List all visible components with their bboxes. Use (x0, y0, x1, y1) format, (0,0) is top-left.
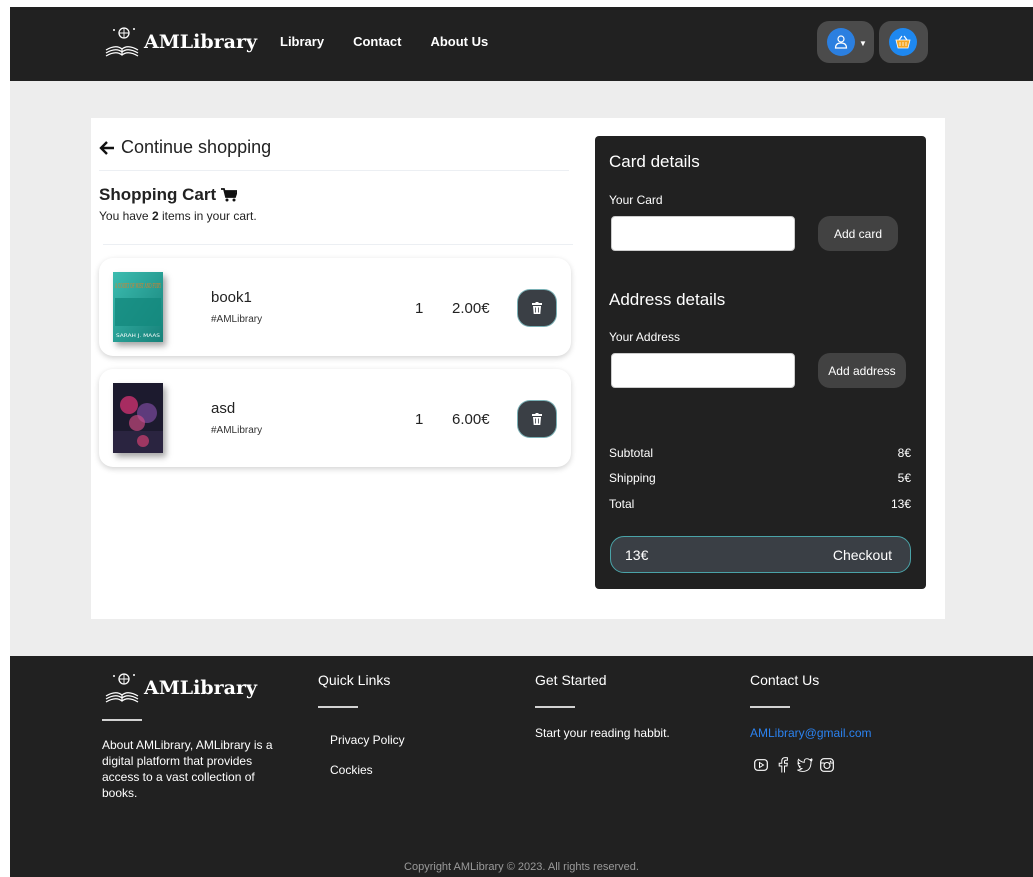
get-started-text: Start your reading habbit. (535, 726, 670, 740)
brand-name: AMLibrary (144, 31, 258, 53)
book-globe-icon (105, 27, 139, 57)
subtotal-label: Subtotal (609, 446, 654, 460)
item-title: asd (211, 400, 236, 417)
subtotal-value: 8€ (897, 446, 911, 460)
get-started-title: Get Started (535, 672, 607, 688)
card-input[interactable] (611, 216, 795, 251)
cart-title-text: Shopping Cart (99, 185, 217, 204)
nav-contact[interactable]: Contact (353, 34, 401, 49)
footer-divider (102, 719, 142, 721)
arrow-left-icon (99, 140, 114, 155)
item-title: book1 (211, 289, 252, 306)
footer-brand-name: AMLibrary (144, 677, 258, 699)
cart-container: Continue shopping Shopping Cart You have… (91, 118, 945, 619)
add-card-button[interactable]: Add card (818, 216, 898, 251)
add-address-button[interactable]: Add address (818, 353, 906, 388)
contact-us-title: Contact Us (750, 672, 820, 688)
quick-links-title: Quick Links (318, 672, 391, 688)
nav-links: Library Contact About Us (280, 34, 488, 49)
subtotal-row: Subtotal 8€ (609, 446, 911, 460)
checkout-amount: 13€ (625, 546, 649, 563)
book-globe-icon (105, 673, 139, 703)
book-cover-image: A COURT OF MIST AND FURY SARAH J. MAAS (113, 272, 163, 342)
footer-about-text: About AMLibrary, AMLibrary is a digital … (102, 738, 273, 800)
user-icon (834, 35, 848, 49)
item-quantity: 1 (415, 411, 424, 428)
item-tag: #AMLibrary (211, 314, 263, 325)
footer-brand[interactable]: AMLibrary (102, 670, 257, 706)
facebook-icon[interactable] (775, 757, 791, 773)
cart-button[interactable] (879, 21, 928, 63)
address-input[interactable] (611, 353, 795, 388)
trash-icon (532, 413, 542, 425)
shipping-label: Shipping (609, 471, 656, 485)
checkout-button[interactable]: 13€ Checkout (610, 536, 911, 573)
total-value: 13€ (890, 497, 911, 511)
card-details-title: Card details (609, 152, 700, 171)
item-quantity: 1 (415, 300, 424, 317)
footer-divider (750, 706, 790, 708)
brand-logo[interactable]: AMLibrary (102, 24, 257, 60)
instagram-icon[interactable] (819, 757, 835, 773)
footer-divider (535, 706, 575, 708)
navbar: AMLibrary Library Contact About Us ▼ (10, 7, 1033, 81)
book-cover-image (113, 383, 163, 453)
card-details-panel: Card details Your Card Add card Address … (595, 136, 926, 589)
social-links (753, 757, 835, 773)
cookies-link[interactable]: Cockies (330, 763, 373, 777)
checkout-label: Checkout (832, 546, 892, 563)
item-price: 6.00€ (452, 411, 490, 428)
cart-badge (889, 28, 917, 56)
footer-divider (318, 706, 358, 708)
delete-item-button[interactable] (518, 290, 556, 326)
item-count: 2 (151, 209, 159, 223)
book-cover-title: A COURT OF MIST AND FURY (115, 283, 162, 290)
trash-icon (532, 302, 542, 314)
delete-item-button[interactable] (518, 401, 556, 437)
nav-about-us[interactable]: About Us (430, 34, 488, 49)
item-price: 2.00€ (452, 300, 490, 317)
total-row: Total 13€ (609, 497, 911, 511)
cart-item: A COURT OF MIST AND FURY SARAH J. MAAS b… (99, 258, 571, 356)
address-label: Your Address (609, 330, 680, 344)
item-tag: #AMLibrary (211, 425, 263, 436)
card-label: Your Card (609, 193, 663, 207)
contact-email-link[interactable]: AMLibrary@gmail.com (750, 726, 872, 740)
divider (99, 170, 569, 171)
copyright-text: Copyright AMLibrary © 2023. All rights r… (404, 861, 639, 873)
user-menu-button[interactable]: ▼ (817, 21, 874, 63)
address-details-title: Address details (609, 290, 726, 309)
total-label: Total (609, 497, 635, 511)
nav-library[interactable]: Library (280, 34, 324, 49)
continue-shopping-link[interactable]: Continue shopping (99, 137, 271, 158)
cart-title: Shopping Cart (99, 185, 238, 205)
shopping-cart-icon (221, 188, 238, 202)
book-cover-author: SARAH J. MAAS (116, 333, 161, 338)
cart-summary-text: You have 2 items in your cart. (99, 209, 257, 223)
chevron-down-icon: ▼ (859, 39, 867, 48)
cart-item: asd #AMLibrary 1 6.00€ (99, 369, 571, 467)
footer: AMLibrary About AMLibrary, AMLibrary is … (10, 656, 1033, 877)
privacy-policy-link[interactable]: Privacy Policy (330, 733, 405, 747)
divider (103, 244, 573, 245)
page: AMLibrary Library Contact About Us ▼ Con… (10, 7, 1033, 877)
continue-shopping-label: Continue shopping (121, 137, 272, 157)
twitter-icon[interactable] (797, 757, 813, 773)
basket-icon (895, 35, 911, 49)
shipping-value: 5€ (897, 471, 911, 485)
youtube-icon[interactable] (753, 757, 769, 773)
user-avatar (827, 28, 855, 56)
shipping-row: Shipping 5€ (609, 471, 911, 485)
